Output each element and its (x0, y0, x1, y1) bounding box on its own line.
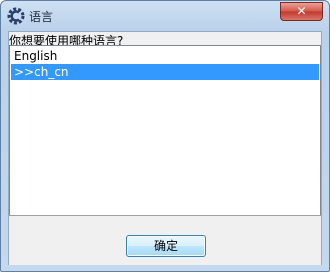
language-option-english[interactable]: English (11, 48, 319, 64)
title-bar[interactable]: 语言 ✕ (1, 1, 329, 31)
close-icon: ✕ (296, 4, 307, 18)
ok-button[interactable]: 确定 (126, 235, 206, 257)
dialog-client-area: 你想要使用哪种语言? English >>ch_cn 确定 (8, 31, 322, 265)
close-button[interactable]: ✕ (280, 2, 323, 21)
window-title: 语言 (29, 10, 54, 24)
app-gear-icon (7, 7, 25, 25)
language-option-ch-cn[interactable]: >>ch_cn (11, 64, 319, 80)
language-dialog-window: 语言 ✕ 你想要使用哪种语言? English >>ch_cn 确定 (0, 0, 330, 272)
button-panel: 确定 (9, 215, 321, 265)
